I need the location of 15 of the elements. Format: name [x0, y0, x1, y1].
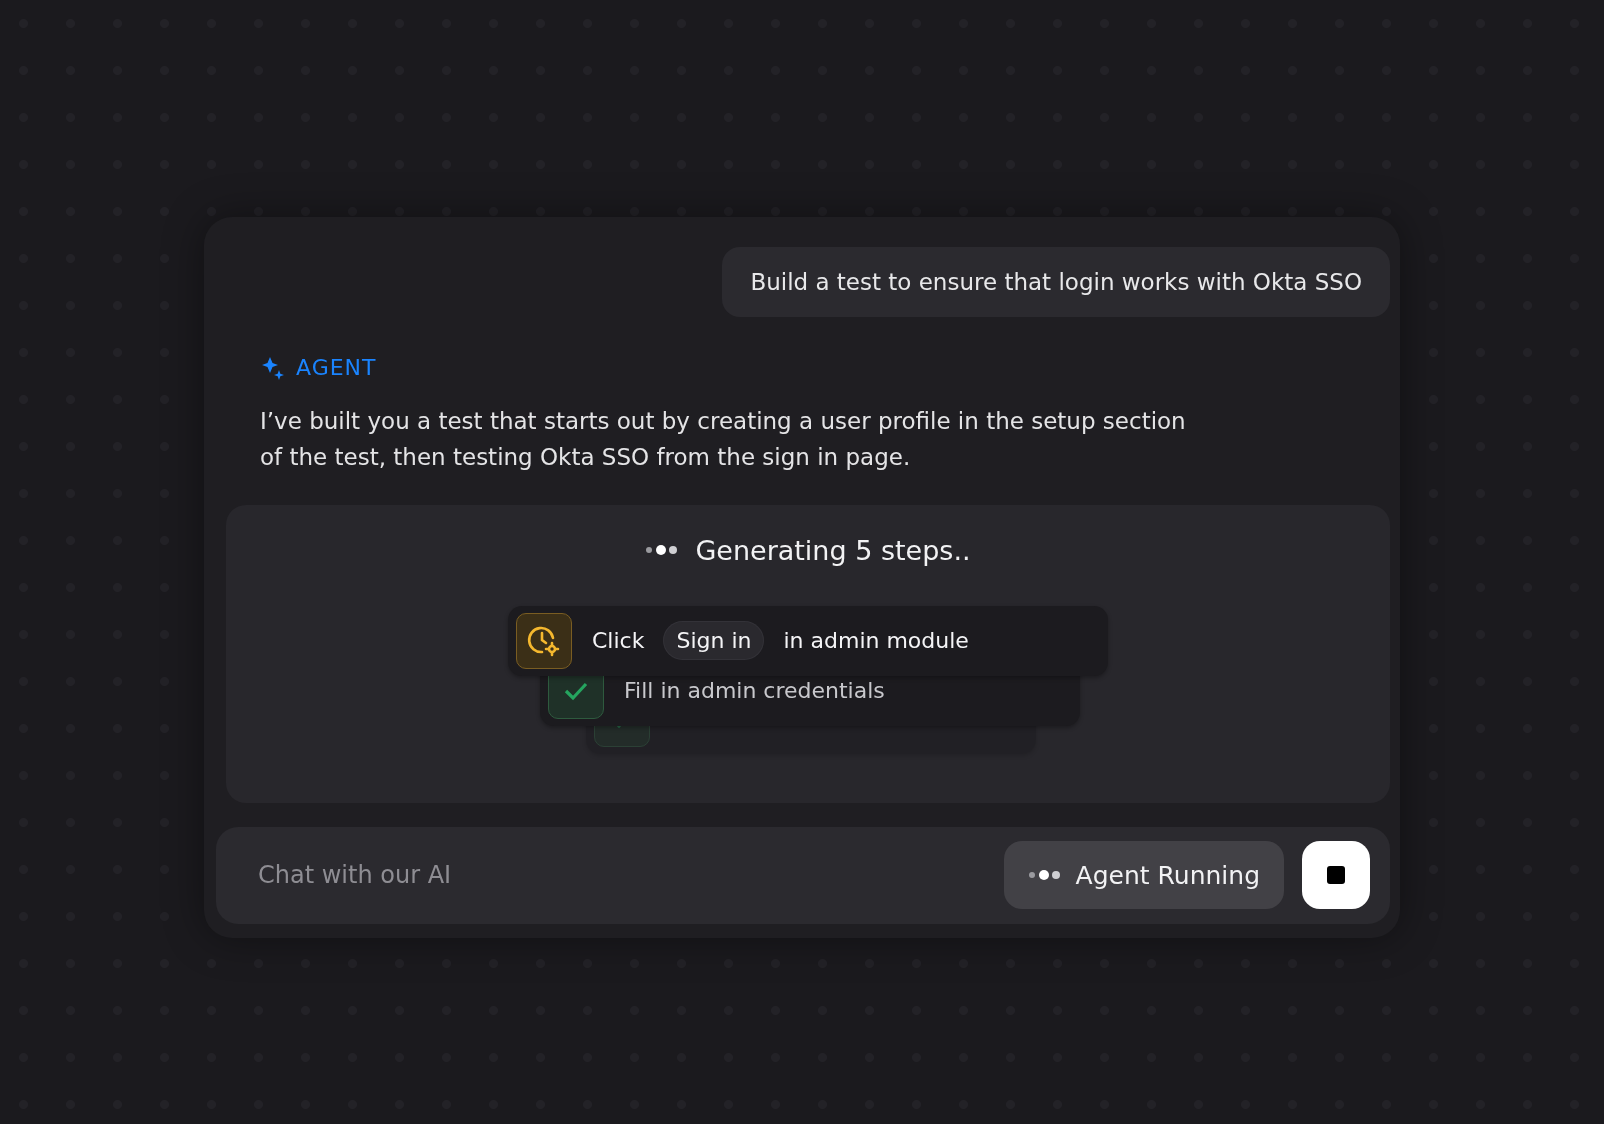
chat-input[interactable]: Chat with our AI [256, 860, 986, 890]
loading-dots-icon [645, 543, 680, 557]
element-chip: Sign in [664, 622, 764, 659]
generation-status: Generating 5 steps.. [695, 534, 971, 566]
user-message: Build a test to ensure that login works with Okta SSO [722, 246, 1390, 317]
stop-button[interactable] [1302, 841, 1370, 909]
clock-gear-icon [516, 612, 572, 669]
loading-dots-icon [1027, 868, 1062, 882]
step-text: Fill in admin credentials [624, 678, 885, 703]
step-text: Click [592, 628, 645, 653]
stop-icon [1326, 865, 1346, 885]
agent-message: I’ve built you a test that starts out by creating a user profile in the setup section of the test, then testing Okta SSO from the sign in page. [260, 406, 1187, 472]
agent-label: AGENT [296, 355, 377, 380]
agent-status: Agent Running [1075, 860, 1260, 890]
step-text: in admin module [783, 628, 969, 653]
